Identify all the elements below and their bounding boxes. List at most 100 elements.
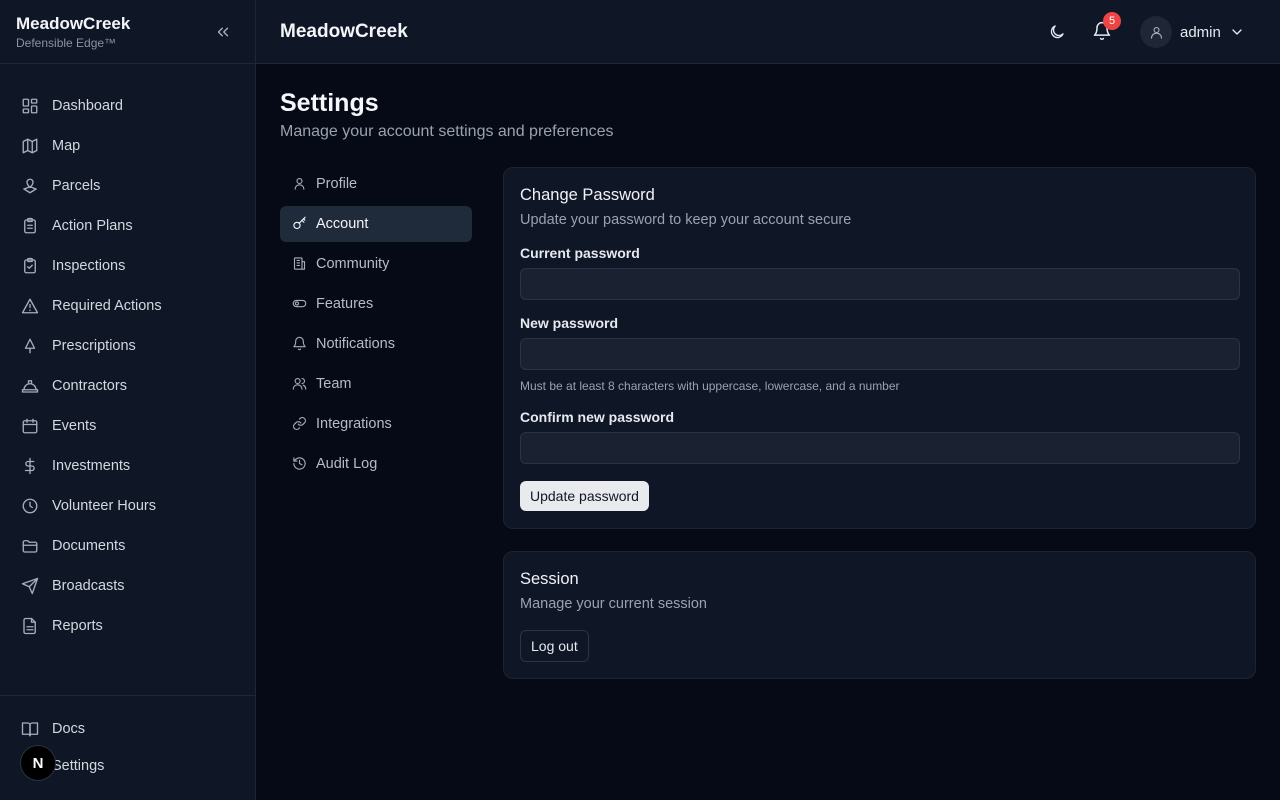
sidebar-item-label: Broadcasts (52, 578, 125, 594)
sidebar-item-prescriptions[interactable]: Prescriptions (0, 326, 256, 366)
hard-hat-icon (21, 377, 39, 395)
sidebar: MeadowCreek Defensible Edge™ Dashboard M… (0, 0, 256, 800)
tree-icon (21, 337, 39, 355)
dashboard-icon (21, 97, 39, 115)
sidebar-item-label: Parcels (52, 178, 101, 194)
top-header: MeadowCreek 5 admin (256, 0, 1280, 64)
users-icon (292, 376, 308, 392)
sidebar-item-volunteer-hours[interactable]: Volunteer Hours (0, 486, 256, 526)
settings-tab-team[interactable]: Team (280, 366, 472, 402)
avatar (1140, 16, 1172, 48)
sidebar-item-label: Prescriptions (52, 338, 136, 354)
current-password-label: Current password (520, 245, 640, 261)
page-subtitle: Manage your account settings and prefere… (280, 123, 614, 140)
user-icon (292, 176, 308, 192)
settings-tab-notifications[interactable]: Notifications (280, 326, 472, 362)
dev-tools-badge[interactable]: N (20, 745, 56, 781)
settings-tab-integrations[interactable]: Integrations (280, 406, 472, 442)
alert-triangle-icon (21, 297, 39, 315)
card-description: Update your password to keep your accoun… (520, 212, 852, 228)
brand: MeadowCreek Defensible Edge™ (16, 14, 130, 51)
settings-nav: Profile Account Community Features Notif… (280, 166, 472, 486)
sidebar-item-map[interactable]: Map (0, 126, 256, 166)
header-title: MeadowCreek (280, 21, 408, 42)
chevron-down-icon (1229, 24, 1245, 40)
history-icon (292, 456, 308, 472)
calendar-icon (21, 417, 39, 435)
clock-icon (21, 497, 39, 515)
sidebar-item-broadcasts[interactable]: Broadcasts (0, 566, 256, 606)
page-title: Settings (280, 89, 379, 117)
sidebar-item-label: Required Actions (52, 298, 162, 314)
link-icon (292, 416, 308, 432)
settings-tab-community[interactable]: Community (280, 246, 472, 282)
change-password-card: Change Password Update your password to … (503, 167, 1256, 529)
dollar-icon (21, 457, 39, 475)
user-menu[interactable]: admin (1140, 16, 1245, 48)
settings-tab-features[interactable]: Features (280, 286, 472, 322)
parcels-icon (21, 177, 39, 195)
session-card: Session Manage your current session Log … (503, 551, 1256, 679)
sidebar-item-label: Map (52, 138, 81, 154)
clipboard-check-icon (21, 257, 39, 275)
map-icon (21, 137, 39, 155)
sidebar-item-documents[interactable]: Documents (0, 526, 256, 566)
file-text-icon (21, 617, 39, 635)
sidebar-nav: Dashboard Map Parcels Action Plans Inspe… (0, 86, 256, 646)
settings-tab-audit-log[interactable]: Audit Log (280, 446, 472, 482)
sidebar-item-parcels[interactable]: Parcels (0, 166, 256, 206)
sidebar-item-label: Investments (52, 458, 131, 474)
sidebar-item-dashboard[interactable]: Dashboard (0, 86, 256, 126)
notification-count-badge: 5 (1103, 12, 1121, 30)
sidebar-divider (0, 695, 256, 696)
confirm-password-label: Confirm new password (520, 409, 675, 425)
brand-name: MeadowCreek (16, 14, 131, 33)
settings-tab-label: Community (316, 256, 390, 272)
settings-tab-profile[interactable]: Profile (280, 166, 472, 202)
new-password-input[interactable] (520, 338, 1240, 370)
sidebar-item-required-actions[interactable]: Required Actions (0, 286, 256, 326)
new-password-label: New password (520, 315, 619, 331)
key-icon (292, 216, 308, 232)
book-icon (21, 720, 39, 738)
settings-tab-label: Team (316, 376, 352, 392)
sidebar-item-label: Events (52, 418, 97, 434)
sidebar-divider (0, 63, 256, 64)
clipboard-list-icon (21, 217, 39, 235)
sidebar-item-label: Inspections (52, 258, 126, 274)
sidebar-item-reports[interactable]: Reports (0, 606, 256, 646)
current-password-input[interactable] (520, 268, 1240, 300)
folder-icon (21, 537, 39, 555)
user-icon (1149, 25, 1164, 40)
sidebar-item-investments[interactable]: Investments (0, 446, 256, 486)
bell-icon (292, 336, 308, 352)
confirm-password-input[interactable] (520, 432, 1240, 464)
sidebar-item-label: Documents (52, 538, 126, 554)
sidebar-item-label: Settings (52, 757, 105, 774)
settings-tab-label: Audit Log (316, 456, 378, 472)
update-password-button[interactable]: Update password (520, 481, 649, 511)
settings-tab-account[interactable]: Account (280, 206, 472, 242)
new-password-hint: Must be at least 8 characters with upper… (520, 379, 900, 393)
settings-tab-label: Integrations (316, 416, 392, 432)
sidebar-item-label: Reports (52, 618, 103, 634)
settings-tab-label: Notifications (316, 336, 395, 352)
collapse-sidebar-icon[interactable] (214, 23, 232, 41)
sidebar-item-label: Dashboard (52, 98, 123, 114)
send-icon (21, 577, 39, 595)
sidebar-item-action-plans[interactable]: Action Plans (0, 206, 256, 246)
sidebar-item-label: Volunteer Hours (52, 498, 156, 514)
sidebar-item-docs[interactable]: Docs (0, 710, 256, 747)
moon-icon[interactable] (1048, 23, 1066, 41)
building-icon (292, 256, 308, 272)
sidebar-item-contractors[interactable]: Contractors (0, 366, 256, 406)
log-out-button[interactable]: Log out (520, 630, 589, 662)
sidebar-item-label: Action Plans (52, 218, 133, 234)
user-name: admin (1180, 23, 1221, 41)
toggle-icon (292, 296, 308, 312)
sidebar-item-label: Contractors (52, 378, 127, 394)
brand-tagline: Defensible Edge™ (16, 36, 117, 50)
sidebar-item-label: Docs (52, 720, 86, 737)
sidebar-item-inspections[interactable]: Inspections (0, 246, 256, 286)
sidebar-item-events[interactable]: Events (0, 406, 256, 446)
